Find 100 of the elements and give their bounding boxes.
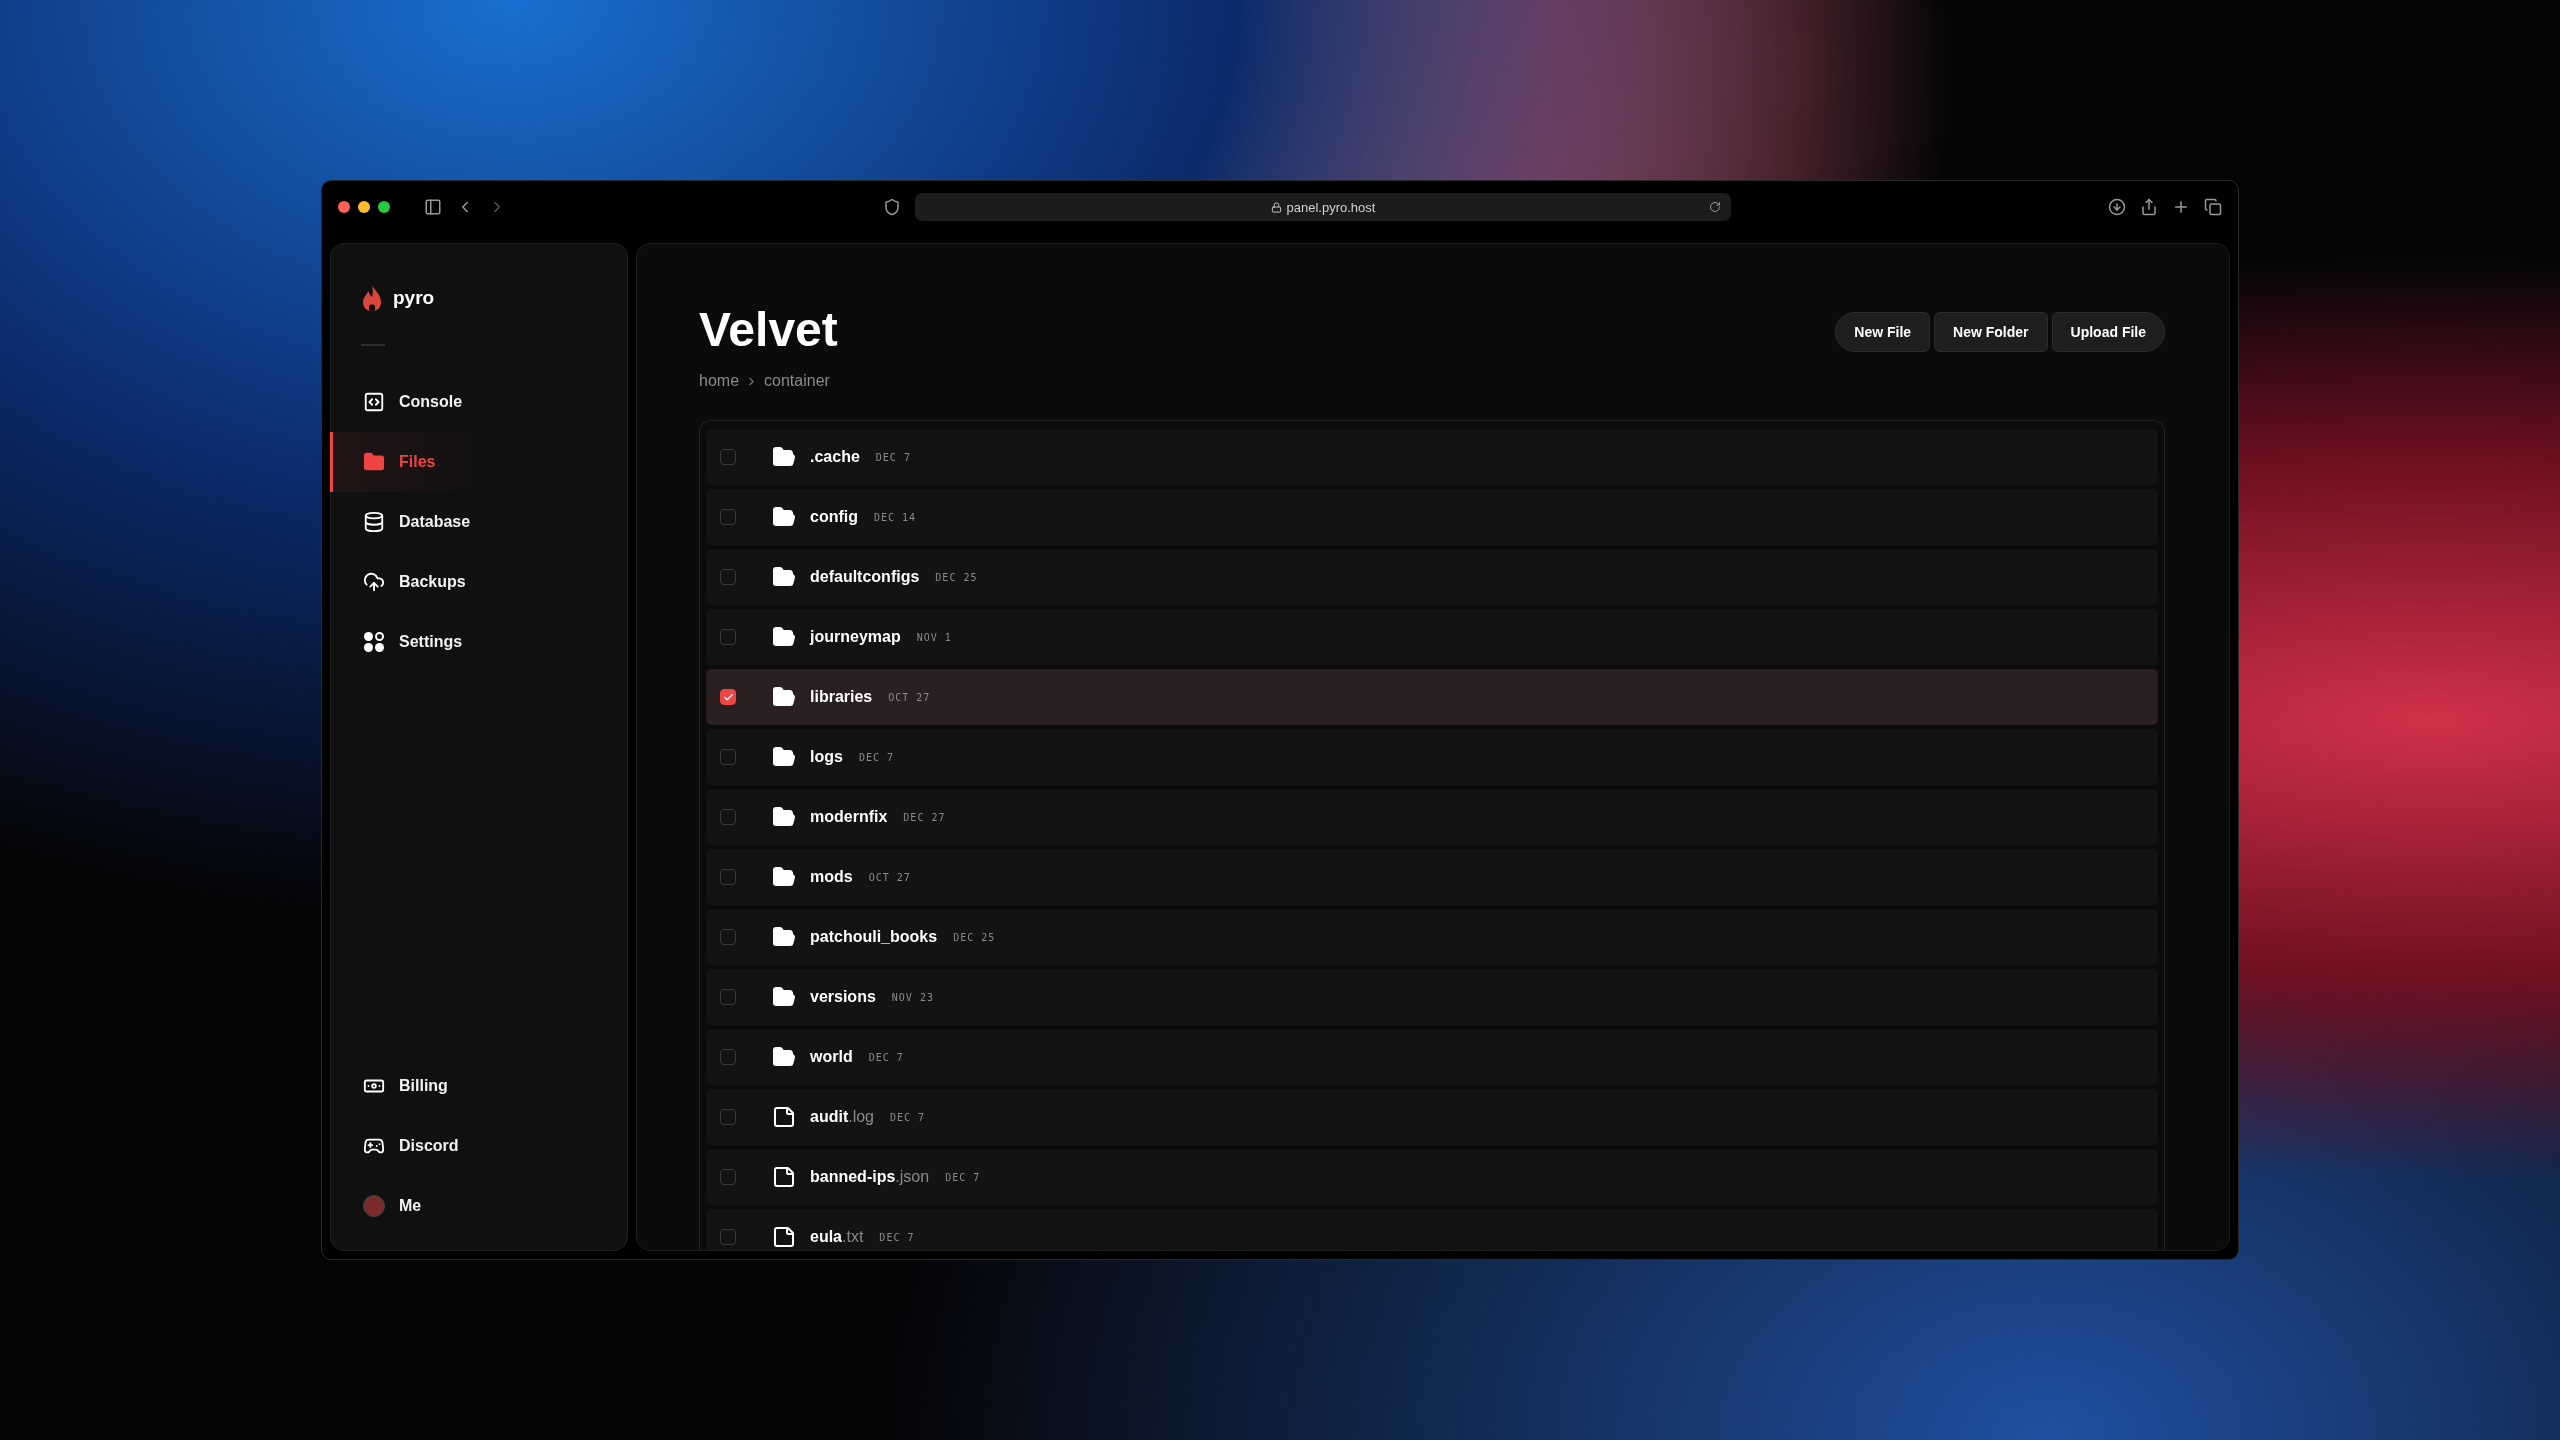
file-date: DEC 7 [879,1231,915,1243]
file-row[interactable]: logs DEC 7 [706,729,2158,785]
file-date: DEC 7 [890,1111,926,1123]
new-tab-icon[interactable] [2172,198,2190,216]
checkbox[interactable] [720,569,736,585]
file-date: DEC 7 [858,751,894,763]
checkbox[interactable] [720,869,736,885]
lock-icon [1270,201,1282,213]
file-row[interactable]: config DEC 14 [706,489,2158,545]
checkbox[interactable] [720,929,736,945]
file-name: patchouli_books [810,928,938,946]
cloud-upload-icon [363,571,385,593]
file-date: DEC 7 [875,451,911,463]
file-date: DEC 25 [953,931,996,943]
checkbox[interactable] [720,1169,736,1185]
checkbox[interactable] [720,749,736,765]
avatar [363,1195,385,1217]
folder-icon [772,445,796,469]
sidebar-item[interactable]: Settings [330,612,627,672]
flame-logo-icon [361,284,383,312]
file-row[interactable]: modernfix DEC 27 [706,789,2158,845]
file-name: journeymap [810,628,901,646]
checkbox[interactable] [720,629,736,645]
folder-icon [772,805,796,829]
sidebar-item[interactable]: Discord [330,1116,627,1176]
sidebar-item[interactable]: Database [330,492,627,552]
folder-icon [772,1045,796,1069]
action-button[interactable]: New Folder [1934,312,2048,352]
sidebar-item[interactable]: Console [330,372,627,432]
file-date: DEC 25 [935,571,978,583]
file-date: DEC 27 [903,811,946,823]
zoom-button[interactable] [378,201,390,213]
checkbox[interactable] [720,1109,736,1125]
checkbox[interactable] [720,509,736,525]
file-row[interactable]: versions NOV 23 [706,969,2158,1025]
folder-icon [772,505,796,529]
breadcrumb-link[interactable]: home [699,372,740,390]
file-name: defaultconfigs [810,568,920,586]
reload-icon[interactable] [1709,201,1721,213]
checkbox[interactable] [720,1049,736,1065]
action-button[interactable]: New File [1835,312,1931,352]
close-button[interactable] [338,201,350,213]
file-row[interactable]: journeymap NOV 1 [706,609,2158,665]
file-date: OCT 27 [888,691,931,703]
file-date: OCT 27 [868,871,911,883]
file-date: DEC 7 [945,1171,981,1183]
share-icon[interactable] [2140,198,2158,216]
folder-icon [772,985,796,1009]
file-name: eula.txt [810,1228,864,1246]
file-name: modernfix [810,808,888,826]
file-row[interactable]: eula.txt DEC 7 [706,1209,2158,1250]
sidebar-item[interactable]: Backups [330,552,627,612]
folder-icon [363,451,385,473]
logo-text: pyro [393,287,435,309]
breadcrumb-link[interactable]: container [764,372,830,390]
file-row[interactable]: world DEC 7 [706,1029,2158,1085]
tabs-icon[interactable] [2204,198,2222,216]
file-name: versions [810,988,876,1006]
folder-icon [772,865,796,889]
file-row[interactable]: audit.log DEC 7 [706,1089,2158,1145]
download-icon[interactable] [2108,198,2126,216]
url-text: panel.pyro.host [1286,199,1376,215]
file-row[interactable]: libraries OCT 27 [706,669,2158,725]
file-row[interactable]: defaultconfigs DEC 25 [706,549,2158,605]
checkbox[interactable] [720,689,736,705]
sidebar-toggle-icon[interactable] [424,198,442,216]
file-row[interactable]: .cache DEC 7 [706,429,2158,485]
file-name: mods [810,868,853,886]
folder-icon [772,625,796,649]
file-row[interactable]: banned-ips.json DEC 7 [706,1149,2158,1205]
folder-icon [772,685,796,709]
sidebar-item[interactable]: Me [330,1176,627,1236]
action-button[interactable]: Upload File [2051,312,2165,352]
folder-icon [772,925,796,949]
checkbox[interactable] [720,1229,736,1245]
file-name: logs [810,748,843,766]
check-icon [722,691,734,703]
sidebar-item[interactable]: Billing [330,1056,627,1116]
code-window-icon [363,391,385,413]
document-icon [772,1225,796,1249]
minimize-button[interactable] [358,201,370,213]
page-title: Velvet [699,302,838,358]
file-date: NOV 1 [916,631,952,643]
file-date: DEC 14 [874,511,917,523]
checkbox[interactable] [720,809,736,825]
database-icon [363,511,385,533]
file-row[interactable]: patchouli_books DEC 25 [706,909,2158,965]
file-date: NOV 23 [891,991,934,1003]
document-icon [772,1165,796,1189]
address-bar[interactable]: panel.pyro.host [915,193,1731,221]
shield-icon[interactable] [883,198,901,216]
folder-icon [772,565,796,589]
file-name: libraries [810,688,873,706]
folder-icon [772,745,796,769]
checkbox[interactable] [720,989,736,1005]
checkbox[interactable] [720,449,736,465]
file-name: audit.log [810,1108,874,1126]
file-row[interactable]: mods OCT 27 [706,849,2158,905]
file-name: world [810,1048,853,1066]
file-date: DEC 7 [868,1051,904,1063]
